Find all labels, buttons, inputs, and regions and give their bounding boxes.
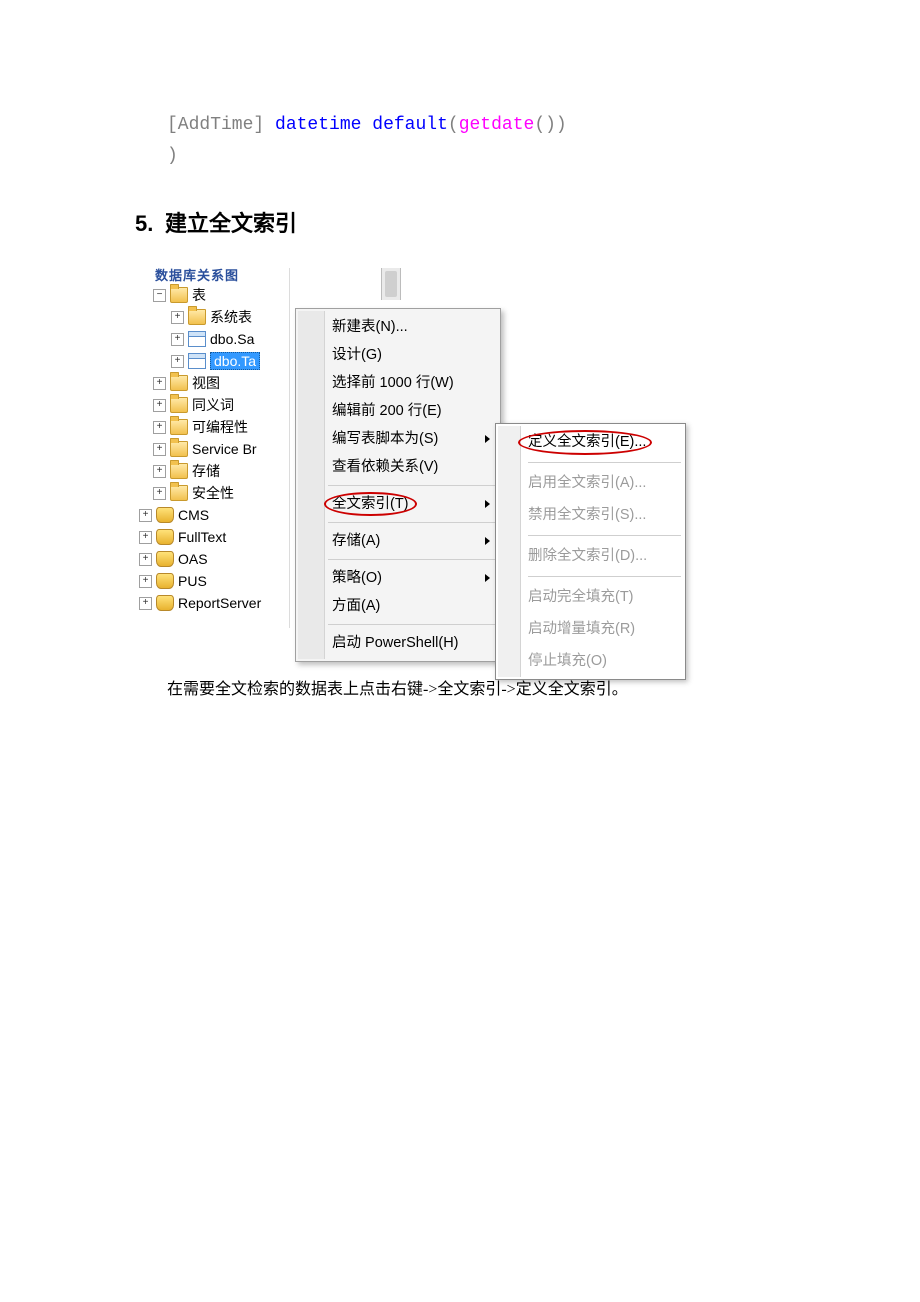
folder-icon xyxy=(188,309,206,325)
highlight-circle: 全文索引(T) xyxy=(332,494,409,514)
menu-item-edit-top[interactable]: 编辑前 200 行(E) xyxy=(298,397,498,425)
database-icon xyxy=(156,507,174,523)
expand-icon[interactable]: + xyxy=(171,333,184,346)
menu-item-enable-fulltext[interactable]: 启用全文索引(A)... xyxy=(498,467,683,499)
menu-item-full-populate[interactable]: 启动完全填充(T) xyxy=(498,581,683,613)
menu-item-design[interactable]: 设计(G) xyxy=(298,341,498,369)
menu-item-view-deps[interactable]: 查看依赖关系(V) xyxy=(298,453,498,481)
submenu-arrow-icon xyxy=(485,574,490,582)
expand-icon[interactable]: + xyxy=(139,597,152,610)
code-fn: getdate xyxy=(459,115,535,135)
code-block: [AddTime] datetime default(getdate()) ) xyxy=(167,110,790,171)
folder-icon xyxy=(170,463,188,479)
code-column: [AddTime] xyxy=(167,115,264,135)
menu-item-define-fulltext[interactable]: 定义全文索引(E)... xyxy=(498,426,683,458)
tree-node-db[interactable]: +FullText xyxy=(135,526,289,548)
code-type: datetime xyxy=(275,115,361,135)
heading-number: 5. xyxy=(135,211,165,237)
menu-item-script-as[interactable]: 编写表脚本为(S) xyxy=(298,425,498,453)
expand-icon[interactable]: + xyxy=(171,355,184,368)
tree-label: dbo.Sa xyxy=(210,331,254,347)
menu-item-delete-fulltext[interactable]: 删除全文索引(D)... xyxy=(498,540,683,572)
code-tail: ) xyxy=(167,146,178,166)
menu-item-fulltext-index[interactable]: 全文索引(T) xyxy=(298,490,498,518)
tree-node-system-tables[interactable]: + 系统表 xyxy=(135,306,289,328)
folder-icon xyxy=(170,397,188,413)
expand-icon[interactable]: + xyxy=(153,377,166,390)
tree-label: 表 xyxy=(192,285,206,305)
expand-icon[interactable]: + xyxy=(153,465,166,478)
menu-item-start-powershell[interactable]: 启动 PowerShell(H) xyxy=(298,629,498,657)
tree-node-dbo-ta[interactable]: + dbo.Ta xyxy=(135,350,289,372)
tree-node[interactable]: +可编程性 xyxy=(135,416,289,438)
collapse-icon[interactable]: − xyxy=(153,289,166,302)
menu-item-disable-fulltext[interactable]: 禁用全文索引(S)... xyxy=(498,499,683,531)
menu-separator xyxy=(328,624,496,625)
tree-node-db[interactable]: +ReportServer xyxy=(135,592,289,614)
body-paragraph: 在需要全文检索的数据表上点击右键->全文索引->定义全文索引。 xyxy=(135,675,790,699)
object-explorer-panel: 数据库关系图 − 表 + 系统表 + db xyxy=(135,268,290,628)
table-icon xyxy=(188,353,206,369)
context-menu[interactable]: 新建表(N)... 设计(G) 选择前 1000 行(W) 编辑前 200 行(… xyxy=(295,308,501,662)
menu-item-incr-populate[interactable]: 启动增量填充(R) xyxy=(498,613,683,645)
table-icon xyxy=(188,331,206,347)
tree-node-dbo-sa[interactable]: + dbo.Sa xyxy=(135,328,289,350)
expand-icon[interactable]: + xyxy=(139,575,152,588)
tree-label-selected: dbo.Ta xyxy=(210,352,260,370)
database-icon xyxy=(156,551,174,567)
menu-item-select-top[interactable]: 选择前 1000 行(W) xyxy=(298,369,498,397)
menu-item-policies[interactable]: 策略(O) xyxy=(298,564,498,592)
screenshot: 数据库关系图 − 表 + 系统表 + db xyxy=(135,268,750,633)
expand-icon[interactable]: + xyxy=(139,509,152,522)
database-icon xyxy=(156,595,174,611)
tree-node[interactable]: +同义词 xyxy=(135,394,289,416)
code-default-kw: default xyxy=(372,115,448,135)
fulltext-submenu[interactable]: 定义全文索引(E)... 启用全文索引(A)... 禁用全文索引(S)... 删… xyxy=(495,423,686,680)
expand-icon[interactable]: + xyxy=(153,421,166,434)
tree-node[interactable]: +安全性 xyxy=(135,482,289,504)
submenu-arrow-icon xyxy=(485,500,490,508)
expand-icon[interactable]: + xyxy=(139,553,152,566)
menu-item-storage[interactable]: 存储(A) xyxy=(298,527,498,555)
expand-icon[interactable]: + xyxy=(171,311,184,324)
tree-node-db[interactable]: +PUS xyxy=(135,570,289,592)
menu-separator xyxy=(528,535,681,536)
menu-separator xyxy=(328,559,496,560)
highlight-circle: 定义全文索引(E)... xyxy=(528,430,646,454)
menu-item-stop-populate[interactable]: 停止填充(O) xyxy=(498,645,683,677)
menu-separator xyxy=(528,576,681,577)
tree-label: 系统表 xyxy=(210,307,252,327)
menu-item-facets[interactable]: 方面(A) xyxy=(298,592,498,620)
database-icon xyxy=(156,529,174,545)
heading-text: 建立全文索引 xyxy=(165,211,297,236)
database-icon xyxy=(156,573,174,589)
folder-icon xyxy=(170,375,188,391)
tree-node-db[interactable]: +OAS xyxy=(135,548,289,570)
tree-node-db[interactable]: +CMS xyxy=(135,504,289,526)
tree-node[interactable]: +Service Br xyxy=(135,438,289,460)
menu-separator xyxy=(328,485,496,486)
menu-item-new-table[interactable]: 新建表(N)... xyxy=(298,313,498,341)
folder-icon xyxy=(170,485,188,501)
submenu-arrow-icon xyxy=(485,537,490,545)
menu-separator xyxy=(328,522,496,523)
folder-icon xyxy=(170,441,188,457)
folder-icon xyxy=(170,287,188,303)
scrollbar-hint xyxy=(381,268,401,300)
expand-icon[interactable]: + xyxy=(153,399,166,412)
section-heading: 5.建立全文索引 xyxy=(135,206,790,238)
menu-separator xyxy=(528,462,681,463)
tree-node[interactable]: +存储 xyxy=(135,460,289,482)
tree-cut-label: 数据库关系图 xyxy=(155,268,239,284)
folder-icon xyxy=(170,419,188,435)
expand-icon[interactable]: + xyxy=(153,443,166,456)
tree-node[interactable]: +视图 xyxy=(135,372,289,394)
expand-icon[interactable]: + xyxy=(139,531,152,544)
expand-icon[interactable]: + xyxy=(153,487,166,500)
tree-node-tables[interactable]: − 表 xyxy=(135,284,289,306)
submenu-arrow-icon xyxy=(485,435,490,443)
